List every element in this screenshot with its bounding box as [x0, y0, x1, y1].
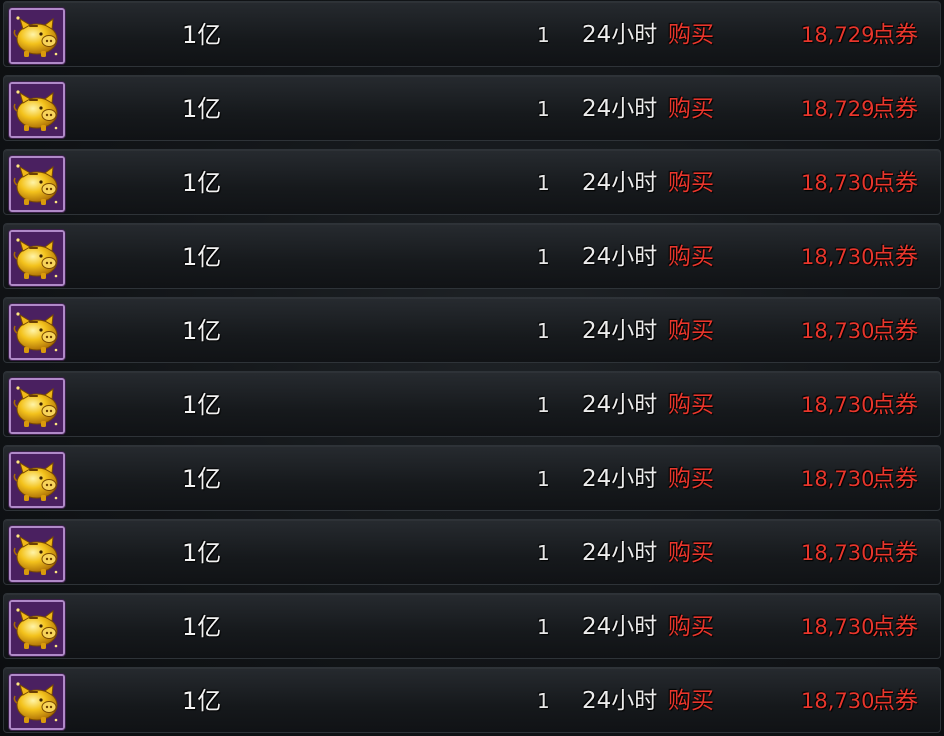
item-price: 18,730	[801, 393, 875, 417]
table-row[interactable]: 1亿 1 24小时 购买 18,730 点券	[3, 593, 941, 659]
item-name: 1亿	[182, 21, 222, 49]
item-name: 1亿	[182, 539, 222, 567]
price-currency: 点券	[872, 466, 918, 492]
item-quantity: 1	[537, 615, 550, 639]
item-name: 1亿	[182, 243, 222, 271]
item-name: 1亿	[182, 687, 222, 715]
buy-button[interactable]: 购买	[668, 224, 714, 290]
table-row[interactable]: 1亿 1 24小时 购买 18,730 点券	[3, 223, 941, 289]
golden-pig-icon	[9, 452, 65, 508]
item-duration: 24小时	[582, 466, 658, 492]
buy-button[interactable]: 购买	[668, 150, 714, 216]
item-quantity: 1	[537, 393, 550, 417]
price-currency: 点券	[872, 614, 918, 640]
item-quantity: 1	[537, 689, 550, 713]
buy-button[interactable]: 购买	[668, 372, 714, 438]
item-price: 18,729	[801, 97, 875, 121]
item-duration: 24小时	[582, 688, 658, 714]
item-name: 1亿	[182, 317, 222, 345]
table-row[interactable]: 1亿 1 24小时 购买 18,729 点券	[3, 1, 941, 67]
item-quantity: 1	[537, 97, 550, 121]
golden-pig-icon	[9, 82, 65, 138]
buy-button[interactable]: 购买	[668, 594, 714, 660]
item-duration: 24小时	[582, 244, 658, 270]
item-name: 1亿	[182, 169, 222, 197]
price-currency: 点券	[872, 22, 918, 48]
table-row[interactable]: 1亿 1 24小时 购买 18,730 点券	[3, 149, 941, 215]
item-name: 1亿	[182, 391, 222, 419]
table-row[interactable]: 1亿 1 24小时 购买 18,730 点券	[3, 667, 941, 733]
price-currency: 点券	[872, 244, 918, 270]
price-currency: 点券	[872, 170, 918, 196]
table-row[interactable]: 1亿 1 24小时 购买 18,730 点券	[3, 519, 941, 585]
item-duration: 24小时	[582, 22, 658, 48]
auction-listing: 1亿 1 24小时 购买 18,729 点券 1亿 1 24小时 购买 18,7…	[0, 0, 944, 736]
golden-pig-icon	[9, 304, 65, 360]
item-price: 18,730	[801, 171, 875, 195]
item-quantity: 1	[537, 541, 550, 565]
item-duration: 24小时	[582, 96, 658, 122]
golden-pig-icon	[9, 378, 65, 434]
table-row[interactable]: 1亿 1 24小时 购买 18,730 点券	[3, 371, 941, 437]
item-quantity: 1	[537, 245, 550, 269]
golden-pig-icon	[9, 674, 65, 730]
item-quantity: 1	[537, 319, 550, 343]
item-duration: 24小时	[582, 170, 658, 196]
item-price: 18,730	[801, 541, 875, 565]
item-name: 1亿	[182, 613, 222, 641]
price-currency: 点券	[872, 540, 918, 566]
item-price: 18,730	[801, 245, 875, 269]
item-duration: 24小时	[582, 392, 658, 418]
price-currency: 点券	[872, 96, 918, 122]
golden-pig-icon	[9, 230, 65, 286]
item-name: 1亿	[182, 465, 222, 493]
buy-button[interactable]: 购买	[668, 298, 714, 364]
golden-pig-icon	[9, 526, 65, 582]
price-currency: 点券	[872, 392, 918, 418]
item-duration: 24小时	[582, 540, 658, 566]
item-price: 18,730	[801, 467, 875, 491]
golden-pig-icon	[9, 156, 65, 212]
table-row[interactable]: 1亿 1 24小时 购买 18,730 点券	[3, 297, 941, 363]
price-currency: 点券	[872, 688, 918, 714]
price-currency: 点券	[872, 318, 918, 344]
buy-button[interactable]: 购买	[668, 2, 714, 68]
golden-pig-icon	[9, 8, 65, 64]
table-row[interactable]: 1亿 1 24小时 购买 18,730 点券	[3, 445, 941, 511]
table-row[interactable]: 1亿 1 24小时 购买 18,729 点券	[3, 75, 941, 141]
item-price: 18,730	[801, 319, 875, 343]
item-duration: 24小时	[582, 318, 658, 344]
golden-pig-icon	[9, 600, 65, 656]
buy-button[interactable]: 购买	[668, 668, 714, 734]
buy-button[interactable]: 购买	[668, 76, 714, 142]
buy-button[interactable]: 购买	[668, 446, 714, 512]
item-quantity: 1	[537, 467, 550, 491]
item-price: 18,730	[801, 615, 875, 639]
item-duration: 24小时	[582, 614, 658, 640]
item-quantity: 1	[537, 23, 550, 47]
item-price: 18,729	[801, 23, 875, 47]
item-name: 1亿	[182, 95, 222, 123]
buy-button[interactable]: 购买	[668, 520, 714, 586]
item-price: 18,730	[801, 689, 875, 713]
item-quantity: 1	[537, 171, 550, 195]
